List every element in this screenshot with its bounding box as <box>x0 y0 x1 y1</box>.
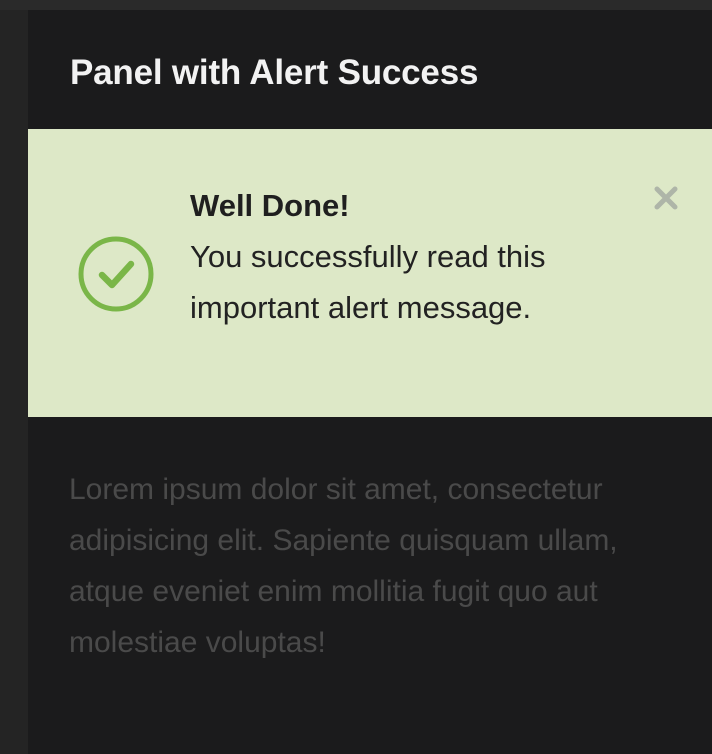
panel-body-text: Lorem ipsum dolor sit amet, consectetur … <box>69 473 618 659</box>
check-circle-icon <box>78 236 154 312</box>
alert-title: Well Done! <box>190 188 350 223</box>
page-frame: Panel with Alert Success Well Done! You … <box>0 0 712 754</box>
top-strip <box>0 0 712 10</box>
panel: Panel with Alert Success Well Done! You … <box>28 10 712 754</box>
panel-heading: Panel with Alert Success <box>70 53 479 92</box>
alert-message: You successfully read this important ale… <box>190 239 546 325</box>
alert-body: Well Done! You successfully read this im… <box>190 180 550 333</box>
close-icon[interactable] <box>648 180 684 216</box>
